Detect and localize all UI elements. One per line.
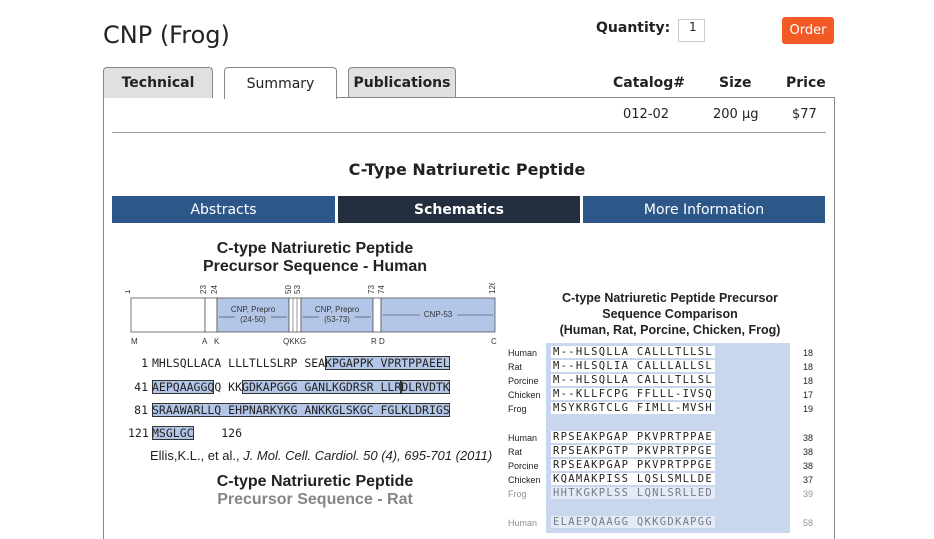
- sequence-line-4: 121 MSGLGC 126: [128, 426, 243, 440]
- segment-label-1: CNP, Prepro: [231, 305, 276, 314]
- divider: [112, 132, 826, 133]
- figure-title: C-type Natriuretic Peptide Precursor Seq…: [170, 240, 460, 276]
- sequence-line-2: 41 AEPQAAGGQQ KKGDKAPGGG GANLKGDRSR LLRDL…: [134, 380, 450, 394]
- res-m: M: [131, 337, 138, 346]
- product-heading: C-Type Natriuretic Peptide: [0, 160, 934, 179]
- segment-label-1b: (24-50): [240, 315, 266, 324]
- sequence-line-1: 1 MHLSQLLACA LLLTLLSLRP SEAKPGAPPK VPRTPP…: [141, 356, 450, 370]
- pos-23: 23: [199, 285, 208, 294]
- price-header: Price: [786, 75, 826, 91]
- subtab-abstracts[interactable]: Abstracts: [112, 196, 335, 223]
- subtab-schematics[interactable]: Schematics: [338, 196, 580, 223]
- comparison-title-line2: Sequence Comparison: [602, 307, 738, 321]
- res-r: R: [371, 337, 377, 346]
- panel-border: [337, 97, 835, 98]
- rd-segment: [372, 297, 382, 333]
- precursor-schematic: 1 23 24 50 53 73 74 126 CNP, Prepro (24-…: [125, 283, 497, 346]
- segment-label-2b: (53-73): [324, 315, 350, 324]
- sequence-line-3: 81 SRAAWARLLQ EHPNARKYKG ANKKGLSKGC FGLKL…: [134, 403, 450, 417]
- size-header: Size: [719, 75, 752, 91]
- res-c: C: [491, 337, 497, 346]
- figure-title-line2: Precursor Sequence - Human: [202, 258, 428, 275]
- catalog-header: Catalog#: [613, 75, 686, 91]
- pos-53: 53: [293, 285, 302, 294]
- pos-50: 50: [284, 285, 293, 294]
- comparison-title-line3: (Human, Rat, Porcine, Chicken, Frog): [559, 323, 781, 337]
- price-value: $77: [792, 107, 817, 122]
- comparison-title: C-type Natriuretic Peptide Precursor Seq…: [540, 290, 800, 338]
- quantity-label: Quantity:: [596, 20, 671, 36]
- subtab-more-information[interactable]: More Information: [583, 196, 825, 223]
- res-qkkg: QKKG: [283, 337, 306, 346]
- pos-24: 24: [210, 285, 219, 294]
- figure-title-rat: C-type Natriuretic Peptide Precursor Seq…: [170, 473, 460, 509]
- comparison-title-line1: C-type Natriuretic Peptide Precursor: [561, 291, 779, 305]
- segment-label-2: CNP, Prepro: [315, 305, 360, 314]
- tab-technical[interactable]: Technical: [103, 67, 213, 98]
- quantity-input[interactable]: 1: [678, 19, 705, 42]
- product-heading-text: C-Type Natriuretic Peptide: [348, 160, 586, 179]
- pos-1: 1: [125, 289, 132, 294]
- segment-label-3: CNP-53: [424, 310, 453, 319]
- page-title: CNP (Frog): [103, 21, 230, 49]
- pos-126: 126: [488, 283, 497, 294]
- signal-segment: [130, 297, 206, 333]
- tab-publications[interactable]: Publications: [348, 67, 456, 98]
- res-d: D: [379, 337, 385, 346]
- tab-summary[interactable]: Summary: [224, 67, 337, 99]
- res-k: K: [214, 337, 220, 346]
- size-value: 200 µg: [713, 107, 759, 122]
- catalog-number: 012-02: [623, 107, 670, 122]
- pos-74: 74: [377, 285, 386, 294]
- figure-title-line1: C-type Natriuretic Peptide: [216, 240, 414, 257]
- order-button[interactable]: Order: [782, 17, 834, 44]
- figure-title-rat-line1: C-type Natriuretic Peptide: [216, 473, 414, 490]
- pos-73: 73: [367, 285, 376, 294]
- res-a: A: [202, 337, 208, 346]
- citation: Ellis,K.L., et al., J. Mol. Cell. Cardio…: [150, 448, 493, 463]
- gap-segment: [204, 297, 218, 333]
- figure-title-rat-line2: Precursor Sequence - Rat: [217, 491, 413, 508]
- qkkg-segment: [288, 297, 302, 333]
